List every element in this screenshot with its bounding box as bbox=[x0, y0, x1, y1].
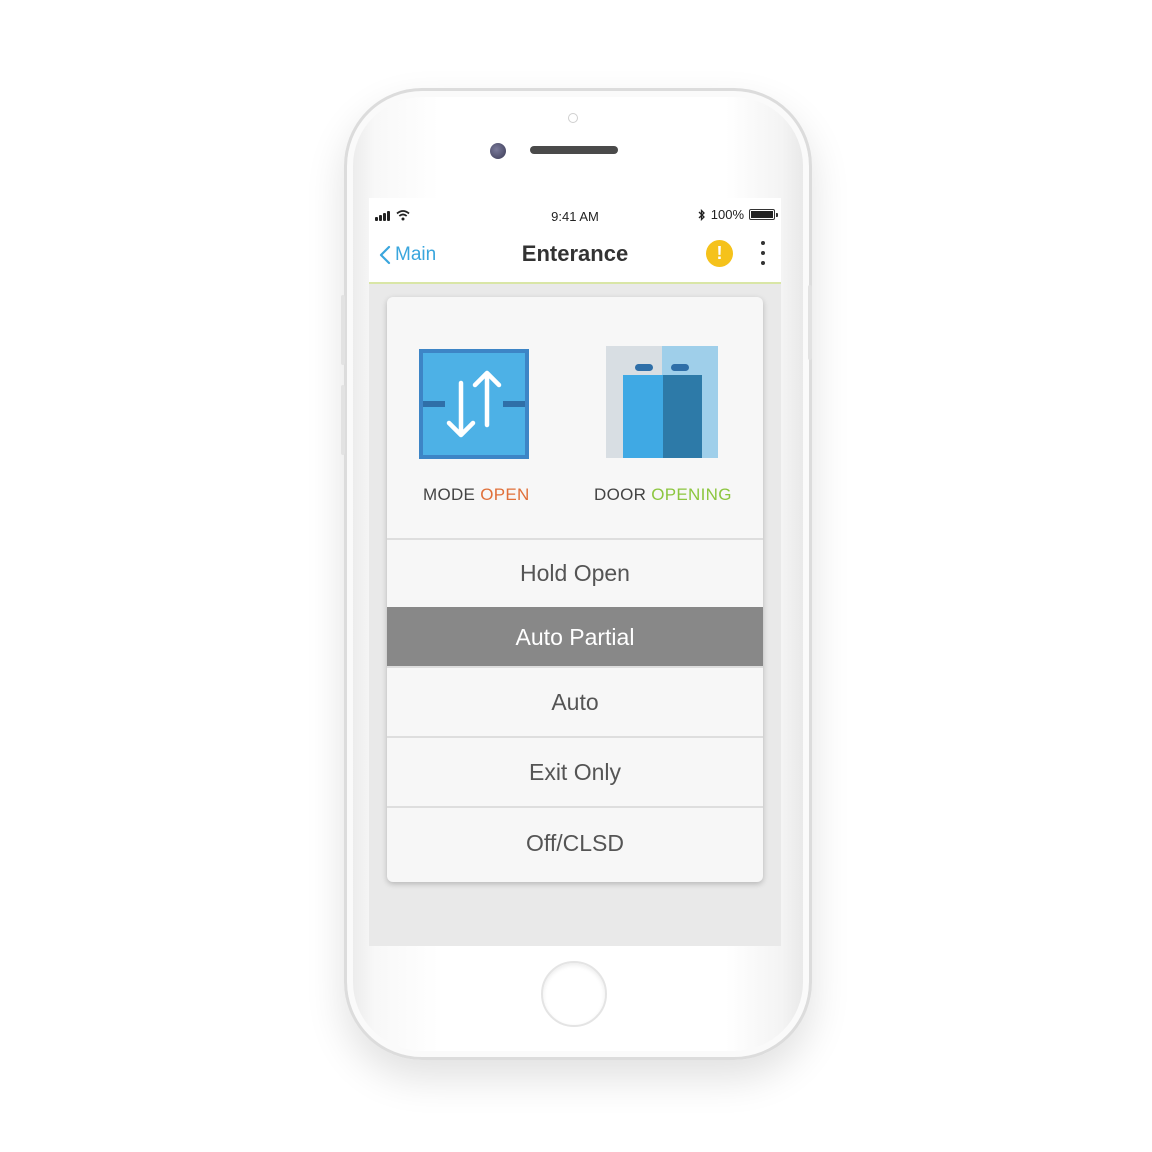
mode-option-auto[interactable]: Auto bbox=[387, 666, 763, 736]
door-label: DOOR bbox=[594, 485, 647, 504]
door-value: OPENING bbox=[651, 485, 732, 504]
mode-value: OPEN bbox=[480, 485, 530, 504]
nav-bar: Main Enterance ! bbox=[369, 232, 781, 284]
app-screen: 9:41 AM 100% Main Enterance ! MODE OPEN … bbox=[369, 198, 781, 946]
door-status: DOOR OPENING bbox=[594, 485, 732, 505]
entrance-card: MODE OPEN DOOR OPENING Hold Open Auto Pa… bbox=[387, 297, 763, 882]
front-camera bbox=[490, 143, 506, 159]
bluetooth-icon bbox=[698, 208, 705, 221]
bidirectional-arrows-icon bbox=[419, 349, 529, 459]
battery-percent: 100% bbox=[710, 207, 744, 222]
mode-list: Hold Open Auto Partial Auto Exit Only Of… bbox=[387, 538, 763, 880]
mode-status: MODE OPEN bbox=[423, 485, 530, 505]
battery-icon bbox=[749, 209, 778, 220]
mode-option-off-clsd[interactable]: Off/CLSD bbox=[387, 806, 763, 880]
status-panel: MODE OPEN DOOR OPENING bbox=[387, 297, 763, 538]
mode-option-exit-only[interactable]: Exit Only bbox=[387, 736, 763, 806]
more-vertical-icon[interactable] bbox=[759, 241, 767, 265]
earpiece-speaker bbox=[530, 146, 618, 154]
mode-option-auto-partial[interactable]: Auto Partial bbox=[387, 607, 763, 666]
mode-label: MODE bbox=[423, 485, 476, 504]
sliding-door-icon bbox=[606, 346, 718, 458]
volume-button bbox=[341, 385, 345, 455]
battery-area: 100% bbox=[698, 207, 778, 222]
side-button bbox=[808, 285, 812, 360]
content-area: MODE OPEN DOOR OPENING Hold Open Auto Pa… bbox=[369, 284, 781, 946]
alert-icon[interactable]: ! bbox=[706, 240, 733, 267]
status-bar: 9:41 AM 100% bbox=[369, 198, 781, 232]
volume-button bbox=[341, 295, 345, 365]
mode-option-hold-open[interactable]: Hold Open bbox=[387, 538, 763, 607]
proximity-sensor bbox=[568, 113, 578, 123]
home-button[interactable] bbox=[541, 961, 607, 1027]
